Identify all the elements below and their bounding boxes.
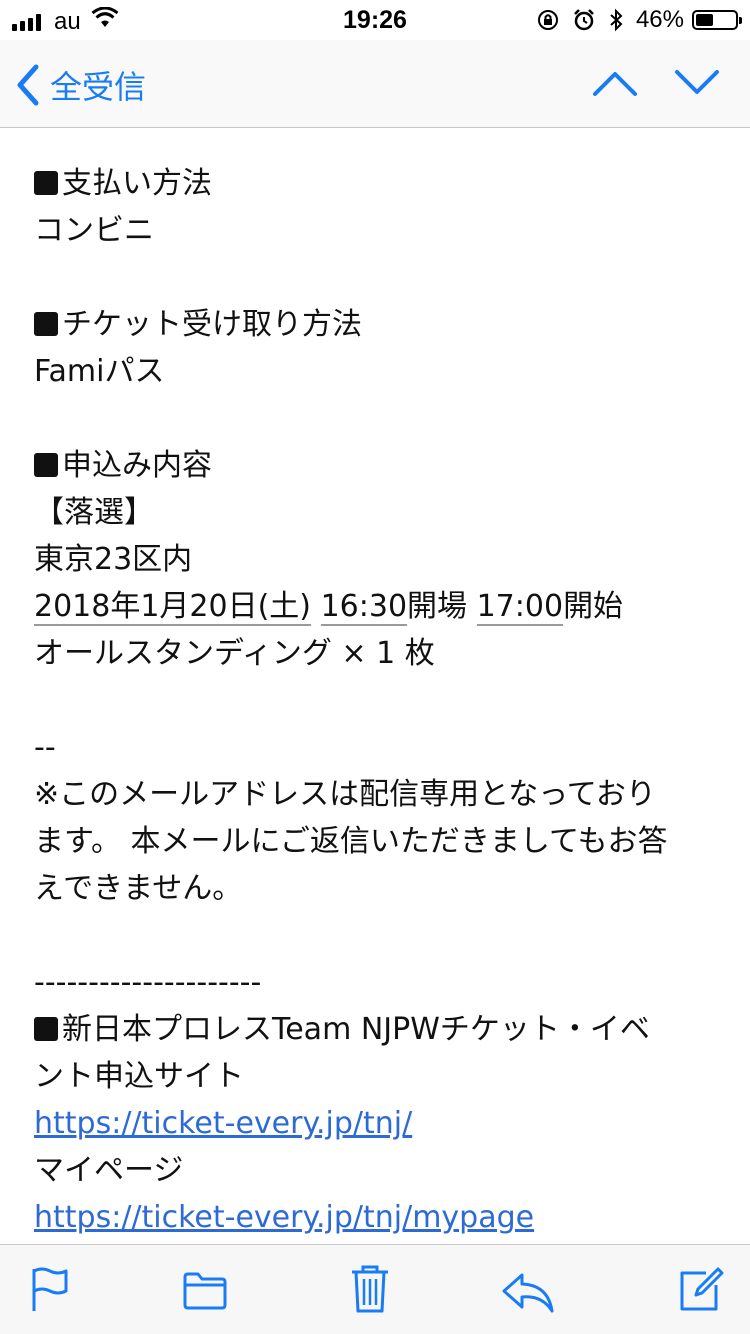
date-detector[interactable]: 2018年1月20日(土) bbox=[34, 589, 312, 626]
application-header-text: 申込み内容 bbox=[62, 448, 212, 483]
chevron-down-icon bbox=[675, 70, 719, 94]
start-label: 開始 bbox=[563, 589, 624, 624]
rotation-lock-icon bbox=[536, 8, 560, 32]
reply-button[interactable] bbox=[500, 1271, 556, 1319]
mypage-link-row: https://ticket-every.jp/tnj/mypage bbox=[34, 1194, 724, 1241]
payment-header: 支払い方法 bbox=[34, 160, 724, 207]
alarm-icon bbox=[572, 8, 596, 32]
battery-icon bbox=[692, 10, 742, 30]
site-title: 新日本プロレスTeam NJPWチケット・イベ bbox=[34, 1006, 724, 1053]
site-title-cont: ント申込サイト bbox=[34, 1059, 244, 1094]
square-bullet-icon bbox=[34, 1017, 58, 1041]
navigation-bar: 全受信 bbox=[0, 40, 750, 128]
payment-header-text: 支払い方法 bbox=[62, 166, 212, 201]
venue: 東京23区内 bbox=[34, 542, 193, 577]
separator-short: -- bbox=[34, 730, 56, 765]
trash-button[interactable] bbox=[350, 1263, 390, 1319]
separator-long: --------------------- bbox=[34, 965, 262, 1000]
square-bullet-icon bbox=[34, 453, 58, 477]
square-bullet-icon bbox=[34, 312, 58, 336]
ticket-header: チケット受け取り方法 bbox=[34, 301, 724, 348]
mypage-label: マイページ bbox=[34, 1153, 184, 1188]
compose-button[interactable] bbox=[676, 1265, 724, 1317]
status-right: 46% bbox=[524, 6, 742, 34]
trash-icon bbox=[352, 1265, 388, 1313]
ticket-value: Famiパス bbox=[34, 354, 165, 389]
site-url-link[interactable]: https://ticket-every.jp/tnj/ bbox=[34, 1106, 412, 1141]
reply-icon bbox=[502, 1273, 554, 1313]
notice-line: ます。 本メールにご返信いただきましてもお答 bbox=[34, 824, 668, 859]
battery-percent: 46% bbox=[635, 6, 684, 33]
site-title-text: 新日本プロレスTeam NJPWチケット・イベ bbox=[62, 1012, 650, 1047]
previous-message-button[interactable] bbox=[590, 66, 640, 104]
event-datetime: 2018年1月20日(土) 16:30開場 17:00開始 bbox=[34, 583, 724, 630]
flag-icon bbox=[32, 1267, 68, 1311]
back-button[interactable]: 全受信 bbox=[16, 62, 146, 108]
flag-button[interactable] bbox=[30, 1265, 70, 1319]
bottom-toolbar bbox=[0, 1244, 750, 1334]
move-to-folder-button[interactable] bbox=[182, 1271, 228, 1315]
square-bullet-icon bbox=[34, 171, 58, 195]
chevron-left-icon bbox=[17, 64, 39, 106]
next-message-button[interactable] bbox=[672, 66, 722, 104]
start-time-detector[interactable]: 17:00 bbox=[476, 589, 564, 626]
notice-line: ※このメールアドレスは配信専用となっており bbox=[34, 777, 656, 812]
back-label: 全受信 bbox=[50, 68, 147, 106]
open-label: 開場 bbox=[407, 589, 468, 624]
email-body: 支払い方法 コンビニ チケット受け取り方法 Famiパス 申込み内容 【落選】 … bbox=[34, 160, 724, 1244]
ticket-header-text: チケット受け取り方法 bbox=[62, 307, 362, 342]
mypage-url-link[interactable]: https://ticket-every.jp/tnj/mypage bbox=[34, 1200, 534, 1235]
application-header: 申込み内容 bbox=[34, 442, 724, 489]
seat-info: オールスタンディング × 1 枚 bbox=[34, 636, 435, 671]
status-bar: au 19:26 46% bbox=[0, 0, 750, 40]
payment-value: コンビニ bbox=[34, 213, 154, 248]
notice-line: えできません。 bbox=[34, 871, 243, 906]
chevron-up-icon bbox=[593, 72, 637, 96]
bluetooth-icon bbox=[608, 8, 624, 32]
open-time-detector[interactable]: 16:30 bbox=[320, 589, 408, 626]
lottery-result: 【落選】 bbox=[34, 495, 154, 530]
site-link-row: https://ticket-every.jp/tnj/ bbox=[34, 1100, 724, 1147]
compose-icon bbox=[680, 1267, 724, 1311]
folder-icon bbox=[183, 1272, 227, 1310]
